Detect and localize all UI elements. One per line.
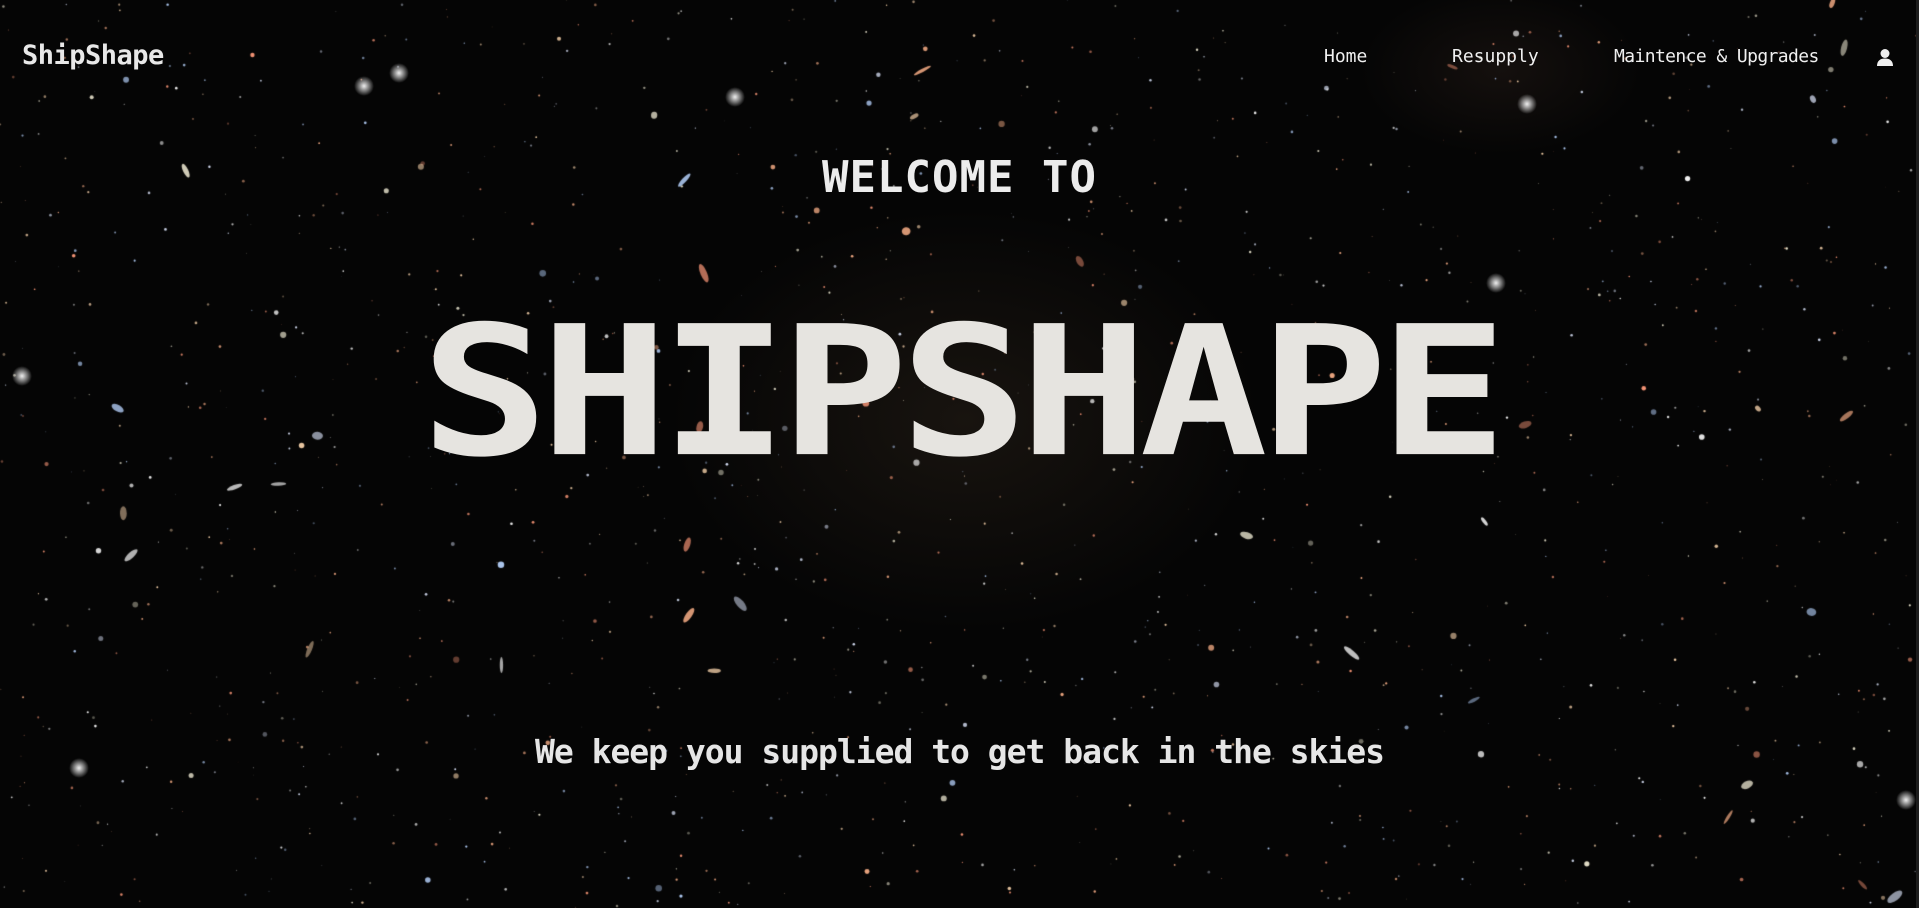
brand-logo[interactable]: ShipShape [22, 40, 164, 71]
hero-title: SHIPSHAPE [420, 287, 1508, 497]
welcome-heading: WELCOME TO [822, 152, 1097, 203]
navbar: ShipShape Home Resupply Maintence & Upgr… [0, 0, 1919, 116]
nav-maintenance-link[interactable]: Maintence & Upgrades [1614, 46, 1819, 67]
user-icon [1877, 49, 1893, 66]
landing-page: ShipShape Home Resupply Maintence & Upgr… [0, 0, 1919, 908]
hero-tagline: We keep you supplied to get back in the … [534, 732, 1385, 771]
nav-home-link[interactable]: Home [1324, 46, 1367, 67]
user-account-button[interactable] [1876, 48, 1894, 68]
nav-resupply-link[interactable]: Resupply [1452, 46, 1539, 67]
